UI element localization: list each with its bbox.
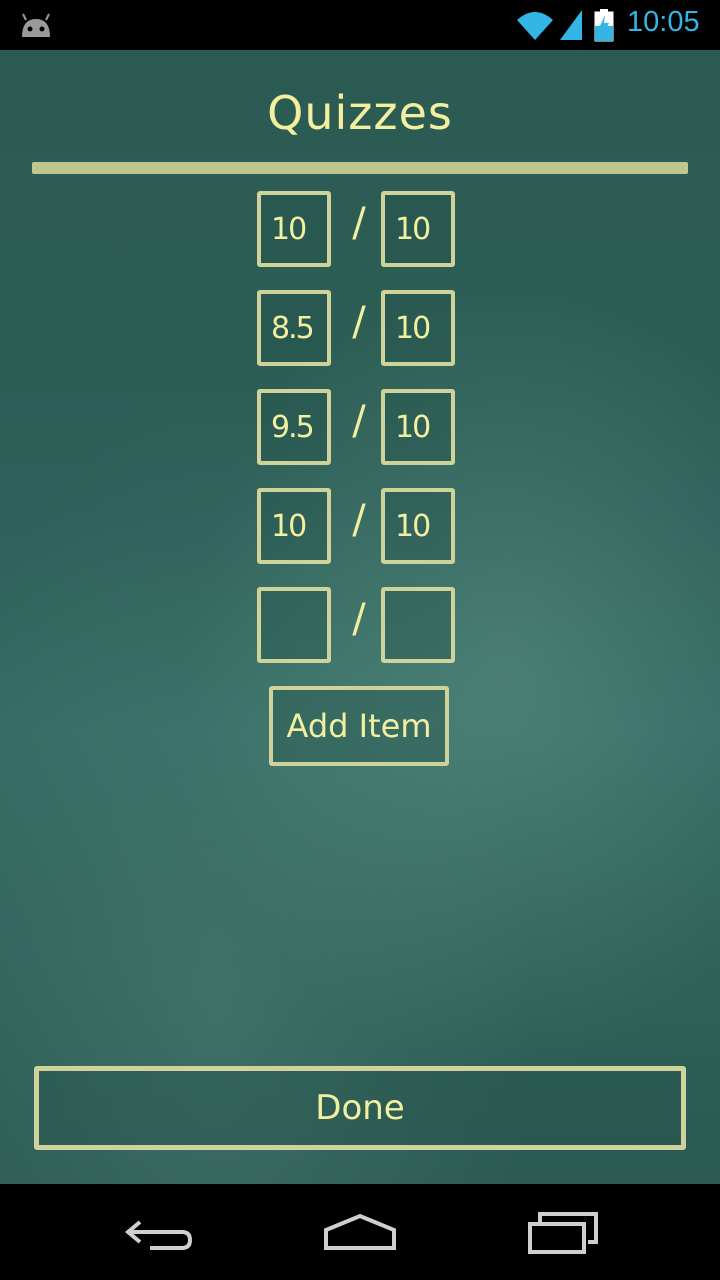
score-input[interactable]: 10 — [257, 488, 331, 564]
signal-icon — [560, 10, 582, 40]
score-input[interactable]: 10 — [257, 191, 331, 267]
score-separator: / — [352, 398, 366, 444]
recents-icon[interactable] — [522, 1208, 602, 1256]
page-title: Quizzes — [267, 86, 453, 140]
add-item-button[interactable]: Add Item — [269, 686, 449, 766]
max-score-input[interactable]: 10 — [381, 191, 455, 267]
max-score-input[interactable]: 10 — [381, 488, 455, 564]
score-separator: / — [352, 497, 366, 543]
score-input[interactable]: 8.5 — [257, 290, 331, 366]
status-bar: 10:05 — [0, 0, 720, 50]
score-input[interactable] — [257, 587, 331, 663]
score-separator: / — [352, 596, 366, 642]
home-icon[interactable] — [320, 1208, 400, 1256]
android-icon — [22, 13, 50, 37]
score-separator: / — [352, 299, 366, 345]
max-score-input[interactable]: 10 — [381, 290, 455, 366]
title-divider — [32, 162, 688, 174]
chalkboard-screen: Quizzes 10 / 10 8.5 / 10 9.5 / 10 10 / 1… — [0, 50, 720, 1184]
done-button[interactable]: Done — [34, 1066, 686, 1150]
navigation-bar — [0, 1184, 720, 1280]
max-score-input[interactable] — [381, 587, 455, 663]
back-icon[interactable] — [120, 1208, 200, 1256]
score-separator: / — [352, 200, 366, 246]
wifi-icon — [517, 12, 553, 40]
battery-charging-icon — [594, 9, 614, 42]
max-score-input[interactable]: 10 — [381, 389, 455, 465]
score-input[interactable]: 9.5 — [257, 389, 331, 465]
clock: 10:05 — [627, 6, 700, 38]
